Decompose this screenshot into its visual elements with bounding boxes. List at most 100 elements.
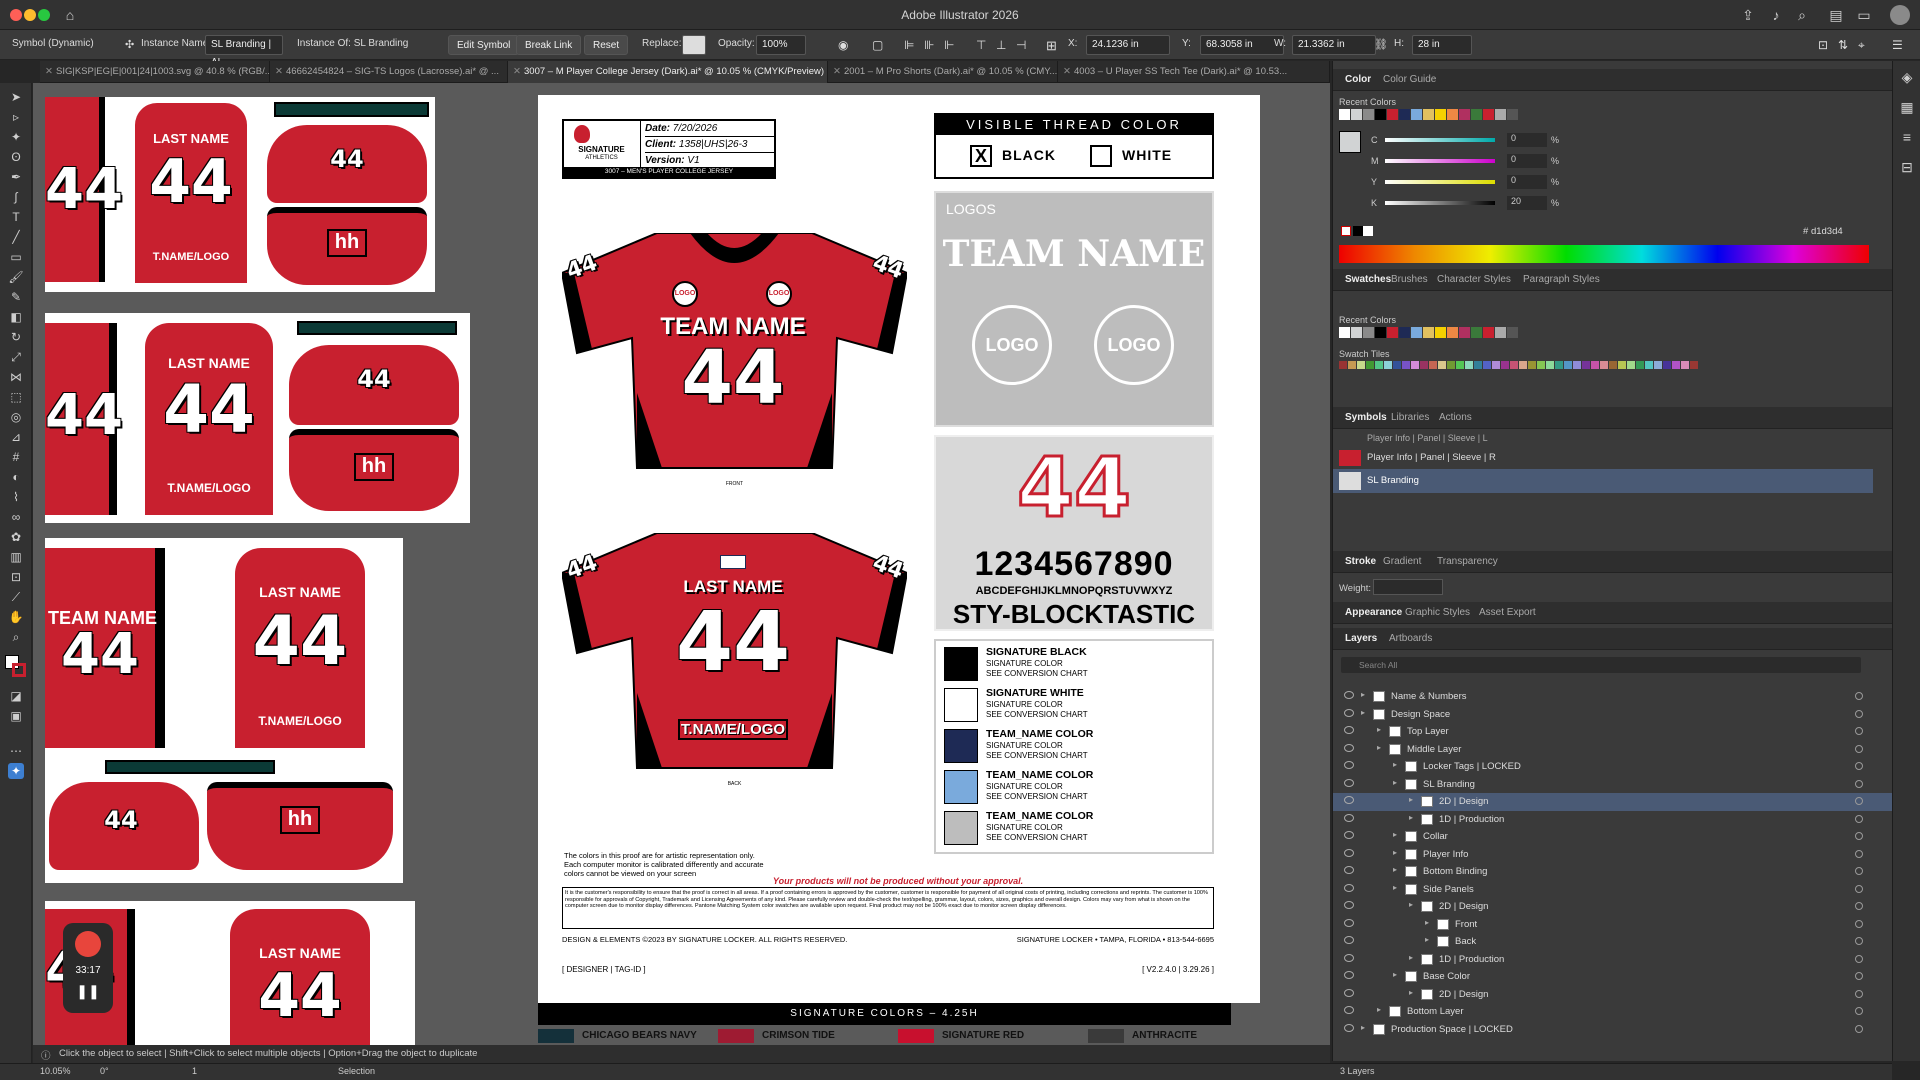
layer-row[interactable]: ▸ Front [1333,916,1893,934]
swatch-chip[interactable] [1399,109,1410,120]
tab-appearance[interactable]: Appearance [1345,607,1402,618]
align-center-icon[interactable]: ⊪ [924,38,934,52]
visibility-eye-icon[interactable] [1344,726,1354,734]
channel-slider[interactable] [1385,138,1495,142]
visibility-eye-icon[interactable] [1344,778,1354,787]
thread-black-checkbox[interactable]: X [970,145,992,167]
swatch-chip[interactable] [1375,327,1386,338]
expand-chevron-icon[interactable]: ▸ [1393,970,1397,979]
symbol-sprayer-tool-icon[interactable]: ✿ [8,529,24,545]
visibility-eye-icon[interactable] [1344,848,1354,857]
swatch-chip[interactable] [1507,327,1518,338]
artboard-tool-icon[interactable]: ⊡ [8,569,24,585]
swatch-tile[interactable] [1528,361,1536,369]
tab-brushes[interactable]: Brushes [1391,274,1428,285]
tab-libraries[interactable]: Libraries [1391,412,1429,423]
target-circle-icon[interactable] [1855,937,1863,945]
pause-icon[interactable]: ❚❚ [63,983,113,1000]
swatch-chip[interactable] [1459,327,1470,338]
avatar[interactable] [1890,5,1910,25]
width-tool-icon[interactable]: ⋈ [8,369,24,385]
rotation-field[interactable]: 0° [100,1066,109,1076]
target-circle-icon[interactable] [1855,709,1863,718]
expand-chevron-icon[interactable]: ▸ [1425,935,1429,944]
curvature-tool-icon[interactable]: ∫ [8,189,24,205]
swatch-tile[interactable] [1339,361,1347,369]
swatch-tile[interactable] [1348,361,1356,369]
target-circle-icon[interactable] [1855,1007,1863,1015]
pen-tool-icon[interactable]: ✒ [8,169,24,185]
visibility-eye-icon[interactable] [1344,813,1354,822]
shaper-tool-icon[interactable]: ✎ [8,289,24,305]
bell-icon[interactable]: ♪ [1768,7,1784,23]
swatch-tile[interactable] [1591,361,1599,369]
isolate-icon[interactable]: ⇅ [1838,38,1848,52]
swatch-tile[interactable] [1438,361,1446,369]
close-tab-icon[interactable]: ✕ [1063,61,1071,83]
swatch-chip[interactable] [1363,327,1374,338]
swatch-tile[interactable] [1429,361,1437,369]
visibility-eye-icon[interactable] [1344,761,1354,769]
swatch-tile[interactable] [1501,361,1509,369]
magic-wand-tool-icon[interactable]: ✦ [8,129,24,145]
symbol-item[interactable]: Player Info | Panel | Sleeve | R [1333,447,1873,469]
break-link-button[interactable]: Break Link [516,35,582,55]
swatch-chip[interactable] [1423,109,1434,120]
selection-highlight-icon[interactable]: ✦ [8,763,24,779]
align-middle-icon[interactable]: ⊥ [996,38,1006,52]
layer-row[interactable]: ▸ Top Layer [1333,723,1893,741]
transform-icon[interactable]: ⊡ [1818,38,1828,52]
recolor-icon[interactable]: ◉ [838,38,848,52]
swatch-tile[interactable] [1672,361,1680,369]
tab-document-4[interactable]: ✕ 2001 – M Pro Shorts (Dark).ai* @ 10.05 … [828,61,1058,83]
lasso-tool-icon[interactable]: ʘ [8,149,24,165]
black-swatch[interactable] [1353,226,1363,236]
swatch-chip[interactable] [1351,109,1362,120]
swatch-chip[interactable] [1471,327,1482,338]
tab-actions[interactable]: Actions [1439,412,1472,423]
target-circle-icon[interactable] [1855,1024,1863,1033]
swatch-tile[interactable] [1546,361,1554,369]
align-top-icon[interactable]: ⊤ [976,38,986,52]
layer-row[interactable]: ▸ Base Color [1333,968,1893,986]
swatch-tile[interactable] [1573,361,1581,369]
w-field[interactable]: 21.3362 in [1292,35,1376,55]
swatch-chip[interactable] [1447,109,1458,120]
menu-icon[interactable]: ☰ [1892,38,1903,52]
target-circle-icon[interactable] [1855,797,1863,805]
expand-chevron-icon[interactable]: ▸ [1409,795,1413,804]
close-tab-icon[interactable]: ✕ [833,61,841,83]
zoom-field[interactable]: 10.05% [40,1066,71,1076]
swatch-chip[interactable] [1495,109,1506,120]
x-field[interactable]: 24.1236 in [1086,35,1170,55]
type-tool-icon[interactable]: T [8,209,24,225]
swatch-chip[interactable] [1483,109,1494,120]
swatch-tile[interactable] [1564,361,1572,369]
free-transform-tool-icon[interactable]: ⬚ [8,389,24,405]
target-circle-icon[interactable] [1855,884,1863,893]
visibility-eye-icon[interactable] [1344,691,1354,699]
swatch-tile[interactable] [1654,361,1662,369]
canvas[interactable]: 44 LAST NAME 44 T.NAME/LOGO 44 hh 44 LAS… [33,83,1330,1045]
search-icon[interactable]: ⌕ [1794,7,1810,23]
swatch-chip[interactable] [1435,327,1446,338]
target-circle-icon[interactable] [1855,849,1863,858]
drawing-mode-icon[interactable]: ◪ [8,688,24,704]
tab-color-guide[interactable]: Color Guide [1383,74,1436,85]
visibility-eye-icon[interactable] [1344,1006,1354,1014]
expand-chevron-icon[interactable]: ▸ [1393,830,1397,839]
artboards-icon[interactable]: ⊟ [1899,159,1915,175]
swatch-chip[interactable] [1339,327,1350,338]
gradient-tool-icon[interactable]: ◐ [8,469,24,485]
tab-paragraph-styles[interactable]: Paragraph Styles [1523,274,1600,285]
replace-swatch[interactable] [682,35,706,55]
swatch-tile[interactable] [1474,361,1482,369]
layer-row[interactable]: ▸ Design Space [1333,706,1893,724]
layer-row[interactable]: ▸ Back [1333,933,1893,951]
swatch-tile[interactable] [1384,361,1392,369]
close-tab-icon[interactable]: ✕ [513,61,521,83]
tab-document-1[interactable]: ✕ SIG|KSP|EG|E|001|24|1003.svg @ 40.8 % (… [40,61,270,83]
tab-document-3[interactable]: ✕ 3007 – M Player College Jersey (Dark).a… [508,61,828,83]
layer-row[interactable]: ▸ 1D | Production [1333,951,1893,969]
swatch-tile[interactable] [1690,361,1698,369]
